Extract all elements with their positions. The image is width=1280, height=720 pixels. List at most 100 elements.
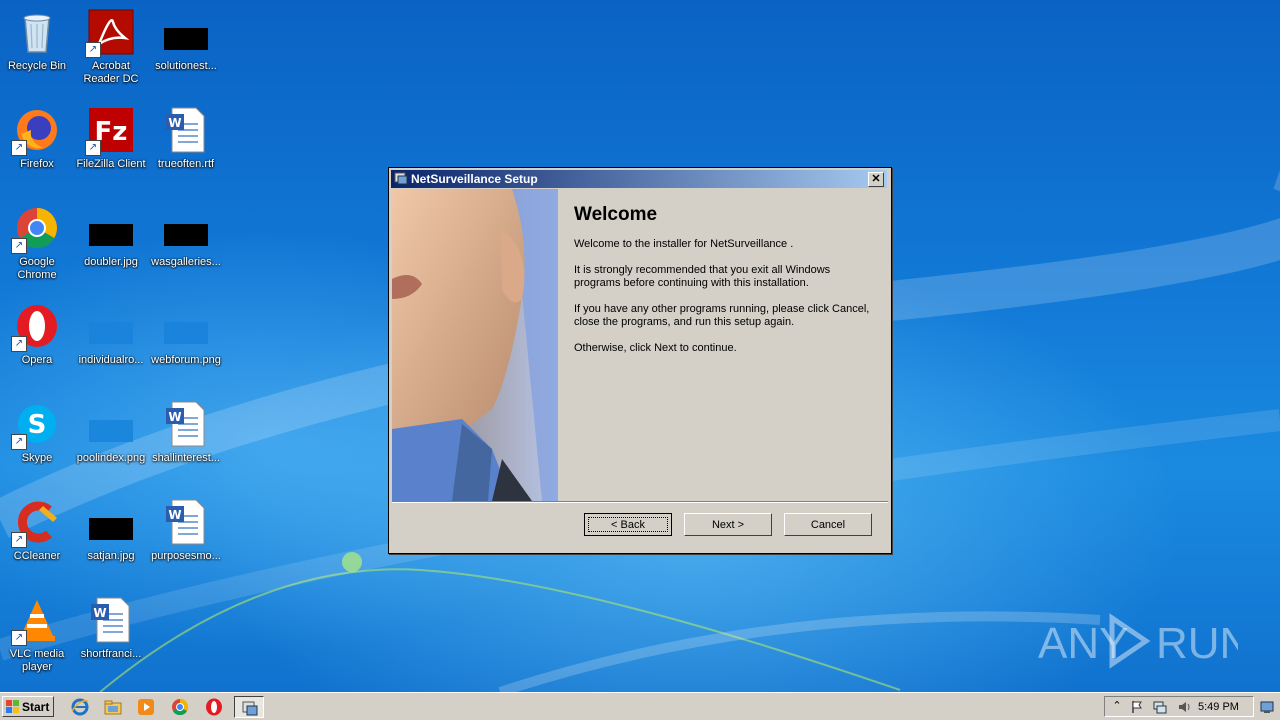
word-document-icon: W [162,498,210,546]
desktop-icon-webforum[interactable]: webforum.png [149,302,223,367]
desktop-icon-label: Recycle Bin [7,60,67,72]
desktop-icon-opera[interactable]: ↗ Opera [0,302,74,367]
desktop-icon-individualro[interactable]: individualro... [74,302,148,367]
desktop-icon-label: doubler.jpg [84,256,138,268]
next-button[interactable]: Next > [684,513,772,536]
desktop-icon-satjan[interactable]: satjan.jpg [74,498,148,563]
desktop-icon-label: solutionest... [155,60,217,72]
dialog-titlebar[interactable]: NetSurveillance Setup ✕ [391,170,887,188]
word-document-icon: W [162,106,210,154]
image-file-icon [87,204,135,252]
shortcut-arrow-icon: ↗ [11,532,27,548]
desktop-icon-label: wasgalleries... [151,256,221,268]
explorer-icon[interactable] [103,697,123,717]
dialog-paragraph: If you have any other programs running, … [574,303,870,328]
svg-text:W: W [168,508,181,522]
show-hidden-icons-chevron-icon[interactable]: ⌃ [1110,700,1124,714]
opera-icon[interactable] [204,697,224,717]
desktop-icon-vlc[interactable]: ↗ VLC media player [0,596,74,674]
desktop-icon-wasgalleries[interactable]: wasgalleries... [149,204,223,269]
shortcut-arrow-icon: ↗ [85,140,101,156]
network-icon[interactable] [1153,700,1167,714]
desktop-icon-skype[interactable]: S ↗ Skype [0,400,74,465]
desktop-icon-label: Skype [21,452,53,464]
dialog-separator [392,501,888,503]
setup-icon [394,172,408,185]
desktop-icon-shallinterest[interactable]: W shallinterest... [149,400,223,465]
desktop-icon-label: Opera [21,354,53,366]
shortcut-arrow-icon: ↗ [11,140,27,156]
chrome-icon[interactable] [170,697,190,717]
dialog-paragraph: Welcome to the installer for NetSurveill… [574,238,794,250]
anyrun-watermark-logo: ANY RUN [1038,613,1238,669]
taskbar: Start ⌃ 5:49 PM [0,692,1280,720]
image-file-icon [162,302,210,350]
watermark-text-run: RUN [1156,619,1238,668]
word-document-icon: W [162,400,210,448]
desktop-icon-label: shallinterest... [152,452,220,464]
taskbar-clock[interactable]: 5:49 PM [1198,701,1239,713]
image-file-icon [87,302,135,350]
word-document-icon: W [87,596,135,644]
vlc-icon: ↗ [11,596,61,646]
dialog-content: Welcome Welcome to the installer for Net… [574,204,874,368]
action-center-flag-icon[interactable] [1130,700,1144,714]
shortcut-arrow-icon: ↗ [11,336,27,352]
volume-icon[interactable] [1177,700,1191,714]
desktop-icon-label: satjan.jpg [87,550,135,562]
desktop-icon-purposesmo[interactable]: W purposesmo... [149,498,223,563]
desktop-icon-solutionest[interactable]: solutionest... [149,8,223,73]
ccleaner-icon: ↗ [11,498,61,548]
media-player-icon[interactable] [136,697,156,717]
dialog-paragraph: Otherwise, click Next to continue. [574,342,737,354]
back-button[interactable]: < Back [584,513,672,536]
desktop-icon-chrome[interactable]: ↗ Google Chrome [0,204,74,282]
svg-text:S: S [28,410,47,440]
ie-icon[interactable] [70,697,90,717]
welcome-heading: Welcome [574,204,658,225]
chrome-icon: ↗ [11,204,61,254]
filezilla-icon: Fz ↗ [85,106,135,156]
desktop-icon-doubler[interactable]: doubler.jpg [74,204,148,269]
windows-flag-icon [6,700,19,713]
recycle-bin-icon [13,8,61,56]
image-file-icon [162,8,210,56]
start-button[interactable]: Start [2,696,54,717]
desktop-icon-label: CCleaner [13,550,61,562]
desktop-icon-filezilla[interactable]: Fz ↗ FileZilla Client [74,106,148,171]
cancel-button[interactable]: Cancel [784,513,872,536]
image-file-icon [87,400,135,448]
image-file-icon [87,498,135,546]
desktop-icon-label: Firefox [20,158,54,170]
desktop-icon-shortfranci[interactable]: W shortfranci... [74,596,148,661]
desktop-icon-recycle-bin[interactable]: Recycle Bin [0,8,74,73]
desktop-icon-poolindex[interactable]: poolindex.png [74,400,148,465]
desktop-icon-ccleaner[interactable]: ↗ CCleaner [0,498,74,563]
desktop-icon-label: purposesmo... [151,550,221,562]
show-desktop-icon[interactable] [1260,700,1274,714]
desktop-icon-label: individualro... [78,354,144,366]
firefox-icon: ↗ [11,106,61,156]
desktop-icon-label: VLC media player [9,648,65,673]
start-label: Start [22,700,50,714]
opera-icon: ↗ [11,302,61,352]
desktop-icon-acrobat[interactable]: ↗ Acrobat Reader DC [74,8,148,86]
desktop-icon-firefox[interactable]: ↗ Firefox [0,106,74,171]
shortcut-arrow-icon: ↗ [11,630,27,646]
shortcut-arrow-icon: ↗ [85,42,101,58]
acrobat-icon: ↗ [85,8,135,58]
desktop-icon-label: Google Chrome [17,256,57,281]
wizard-side-image [392,189,558,501]
desktop-icon-trueoften[interactable]: W trueoften.rtf [149,106,223,171]
desktop-icon-label: shortfranci... [80,648,142,660]
svg-text:W: W [93,606,106,620]
desktop-icon-label: poolindex.png [76,452,146,464]
shortcut-arrow-icon: ↗ [11,238,27,254]
dialog-title: NetSurveillance Setup [411,172,538,186]
desktop-icon-label: trueoften.rtf [157,158,215,170]
setup-icon [242,701,258,716]
desktop-icon-label: webforum.png [151,354,221,366]
svg-text:W: W [168,116,181,130]
taskbar-setup-button[interactable] [234,696,264,718]
close-button[interactable]: ✕ [868,172,884,187]
